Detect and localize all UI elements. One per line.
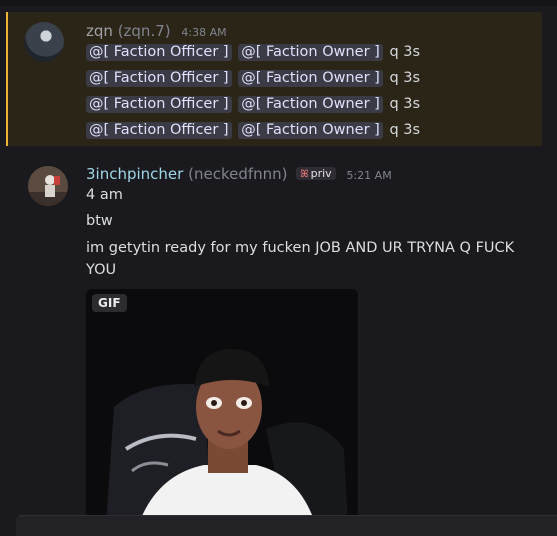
username[interactable]: 3inchpincher <box>86 165 183 183</box>
user-tag: (zqn.7) <box>117 22 171 40</box>
role-mention-owner[interactable]: @[ Faction Owner ] <box>238 70 383 87</box>
role-mention-officer[interactable]: @[ Faction Officer ] <box>86 96 232 113</box>
role-mention-officer[interactable]: @[ Faction Officer ] <box>86 122 232 139</box>
gif-image <box>86 289 358 526</box>
message-text: q 3s <box>389 70 421 86</box>
message-header: zqn (zqn.7) 4:38 AM <box>86 22 227 40</box>
avatar[interactable] <box>24 22 64 62</box>
message-text: q 3s <box>389 44 421 60</box>
message-text: btw <box>86 213 113 229</box>
message-text: im getytin ready for my fucken JOB AND U… <box>86 240 515 278</box>
clan-tag-label: priv <box>310 167 332 180</box>
avatar-image <box>28 166 68 206</box>
message-line: @[ Faction Officer ] @[ Faction Owner ] … <box>86 96 421 113</box>
role-mention-owner[interactable]: @[ Faction Owner ] <box>238 122 383 139</box>
gif-badge: GIF <box>92 294 127 312</box>
message-text: q 3s <box>389 122 421 138</box>
timestamp[interactable]: 5:21 AM <box>346 169 391 182</box>
clan-tag-badge[interactable]: ꕤ priv <box>296 167 336 180</box>
user-tag: (neckedfnnn) <box>188 165 288 183</box>
message-text: 4 am <box>86 187 123 203</box>
message-line: @[ Faction Officer ] @[ Faction Owner ] … <box>86 44 421 61</box>
role-mention-owner[interactable]: @[ Faction Owner ] <box>238 44 383 61</box>
butterfly-icon: ꕤ <box>300 169 309 180</box>
role-mention-owner[interactable]: @[ Faction Owner ] <box>238 96 383 113</box>
channel-top-edge <box>0 0 557 6</box>
gif-embed[interactable]: GIF <box>86 289 358 526</box>
message-line: @[ Faction Officer ] @[ Faction Owner ] … <box>86 70 421 87</box>
username[interactable]: zqn <box>86 22 113 40</box>
message-header: 3inchpincher (neckedfnnn) ꕤ priv 5:21 AM <box>86 165 392 183</box>
timestamp[interactable]: 4:38 AM <box>181 26 226 39</box>
role-mention-officer[interactable]: @[ Faction Officer ] <box>86 44 232 61</box>
message-line: @[ Faction Officer ] @[ Faction Owner ] … <box>86 122 421 139</box>
role-mention-officer[interactable]: @[ Faction Officer ] <box>86 70 232 87</box>
avatar[interactable] <box>28 166 68 206</box>
message-text: q 3s <box>389 96 421 112</box>
